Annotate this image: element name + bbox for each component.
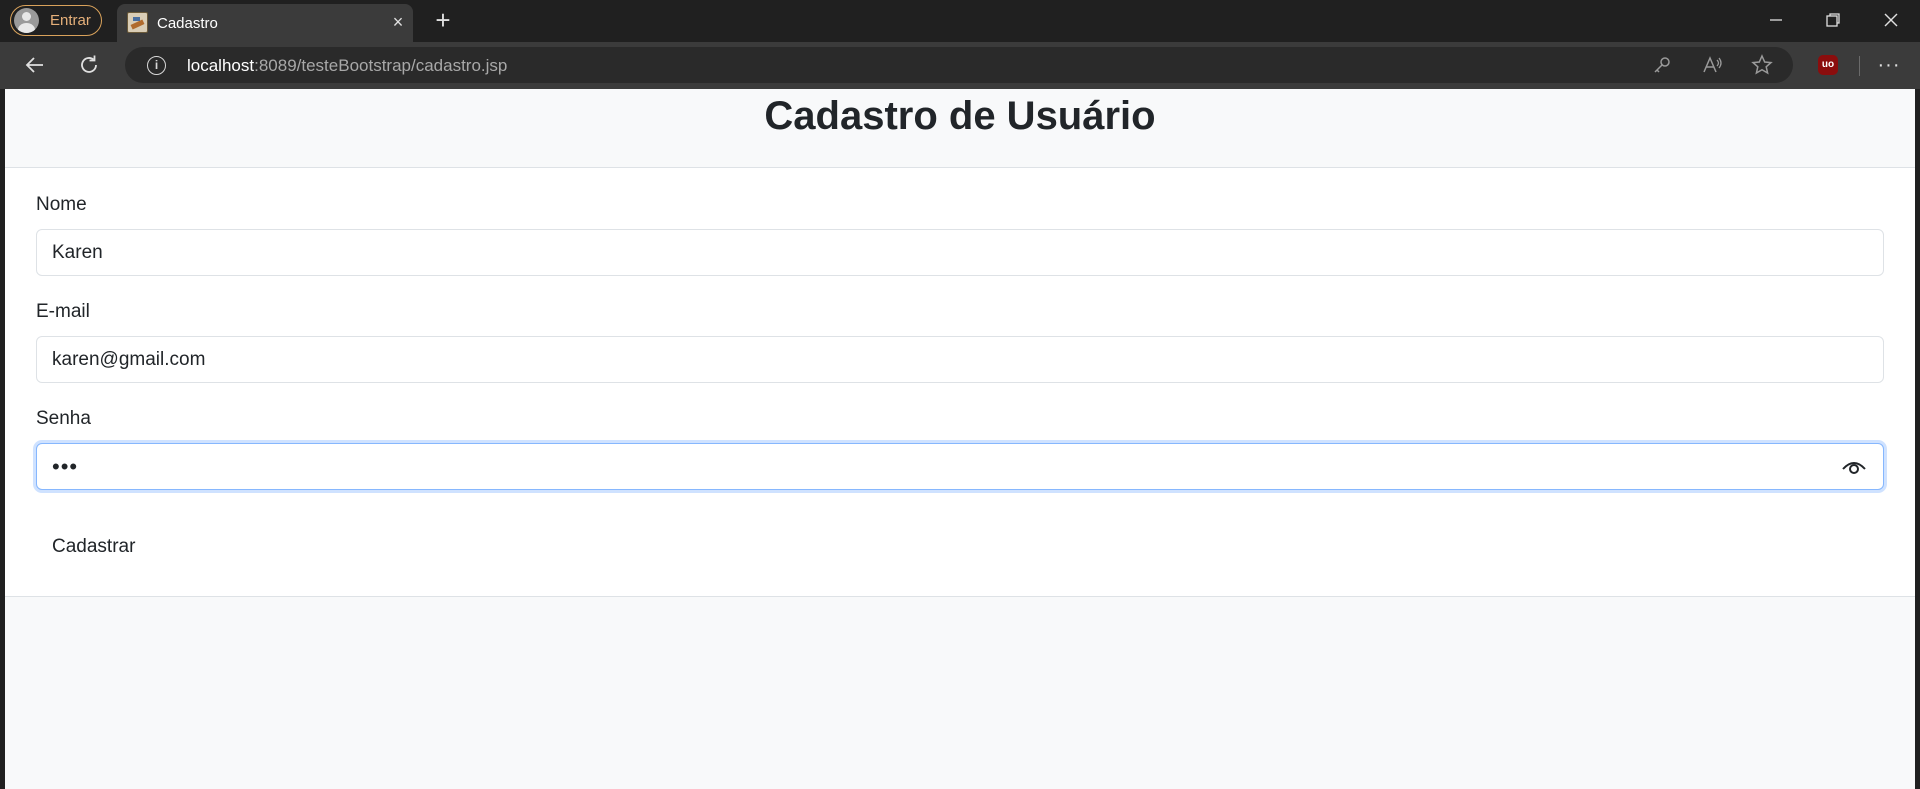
registration-form-card: Nome Karen E-mail karen@gmail.com Senha … bbox=[5, 167, 1915, 597]
password-key-icon[interactable] bbox=[1651, 54, 1673, 76]
profile-button[interactable]: Entrar bbox=[10, 5, 102, 36]
minimize-button[interactable] bbox=[1766, 10, 1786, 30]
read-aloud-icon[interactable] bbox=[1701, 54, 1723, 76]
ublock-extension-icon[interactable]: uo bbox=[1818, 55, 1838, 75]
read-aloud-glyph bbox=[1703, 56, 1722, 73]
profile-label: Entrar bbox=[50, 12, 91, 29]
favicon-icon bbox=[127, 12, 148, 33]
browser-titlebar: Entrar Cadastro × + bbox=[0, 0, 1920, 42]
name-label: Nome bbox=[36, 194, 87, 215]
register-button[interactable]: Cadastrar bbox=[36, 529, 151, 565]
close-window-button[interactable] bbox=[1881, 10, 1901, 30]
tab-close-icon[interactable]: × bbox=[389, 13, 407, 31]
reload-button[interactable] bbox=[77, 53, 101, 77]
name-input-value: Karen bbox=[52, 241, 103, 263]
more-menu-button[interactable]: ··· bbox=[1877, 53, 1901, 77]
key-icon bbox=[1654, 57, 1670, 73]
url-host: localhost bbox=[187, 56, 255, 75]
back-button[interactable] bbox=[23, 53, 47, 77]
browser-toolbar: i localhost:8089/testeBootstrap/cadastro… bbox=[0, 42, 1920, 89]
toolbar-divider bbox=[1859, 56, 1860, 76]
name-input[interactable]: Karen bbox=[36, 229, 1884, 276]
browser-tab-active[interactable]: Cadastro × bbox=[117, 4, 413, 42]
tab-title: Cadastro bbox=[157, 15, 218, 32]
avatar-icon bbox=[14, 8, 39, 33]
page-title: Cadastro de Usuário bbox=[764, 94, 1156, 138]
restore-icon bbox=[1826, 13, 1840, 27]
show-password-eye-icon[interactable] bbox=[1841, 456, 1867, 478]
url-path: :8089/testeBootstrap/cadastro.jsp bbox=[254, 56, 508, 75]
email-label: E-mail bbox=[36, 301, 90, 322]
site-info-icon[interactable]: i bbox=[147, 56, 166, 75]
star-icon bbox=[1751, 54, 1773, 75]
reload-icon bbox=[81, 55, 97, 73]
minimize-icon bbox=[1770, 19, 1782, 21]
new-tab-button[interactable]: + bbox=[432, 7, 454, 33]
favorite-star-icon[interactable] bbox=[1751, 54, 1773, 76]
restore-button[interactable] bbox=[1823, 10, 1843, 30]
close-icon bbox=[1884, 13, 1898, 27]
address-bar[interactable]: i localhost:8089/testeBootstrap/cadastro… bbox=[125, 47, 1793, 83]
eye-icon bbox=[1842, 462, 1866, 474]
password-input[interactable]: ••• bbox=[36, 443, 1884, 490]
password-mask: ••• bbox=[52, 453, 79, 479]
email-input[interactable]: karen@gmail.com bbox=[36, 336, 1884, 383]
page-viewport: Cadastro de Usuário Nome Karen E-mail ka… bbox=[5, 89, 1915, 789]
url-text[interactable]: localhost:8089/testeBootstrap/cadastro.j… bbox=[187, 56, 507, 76]
back-arrow-icon bbox=[25, 57, 43, 73]
password-label: Senha bbox=[36, 408, 91, 429]
email-input-value: karen@gmail.com bbox=[52, 348, 206, 370]
